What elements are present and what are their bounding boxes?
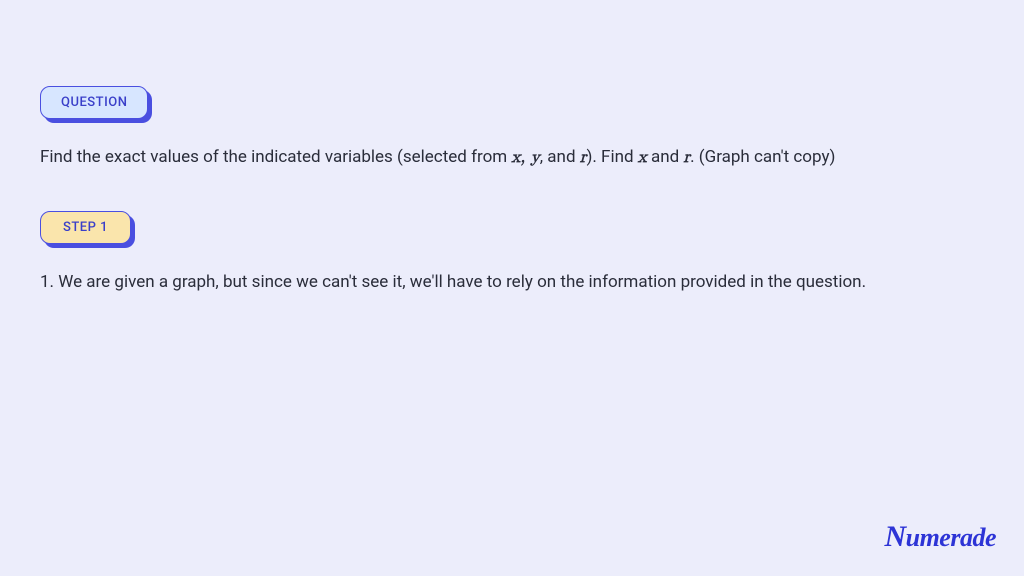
question-badge: QUESTION xyxy=(40,86,148,119)
question-suffix: . (Graph can't copy) xyxy=(690,147,835,167)
math-var-x: x xyxy=(638,149,647,166)
math-var-xy: x, y xyxy=(511,149,539,166)
question-mid3: and xyxy=(647,147,684,167)
step1-badge: STEP 1 xyxy=(40,211,131,244)
step1-badge-label: STEP 1 xyxy=(63,220,108,235)
slide-content: QUESTION Find the exact values of the in… xyxy=(0,0,1024,295)
brand-text: umerade xyxy=(906,523,996,552)
step1-text: 1. We are given a graph, but since we ca… xyxy=(40,270,984,296)
question-prefix: Find the exact values of the indicated v… xyxy=(40,147,511,167)
brand-logo: Numerade xyxy=(884,520,996,554)
question-mid2: ). Find xyxy=(586,147,637,167)
question-text: Find the exact values of the indicated v… xyxy=(40,145,984,171)
question-mid1: , and xyxy=(540,147,580,167)
question-badge-label: QUESTION xyxy=(61,95,127,110)
